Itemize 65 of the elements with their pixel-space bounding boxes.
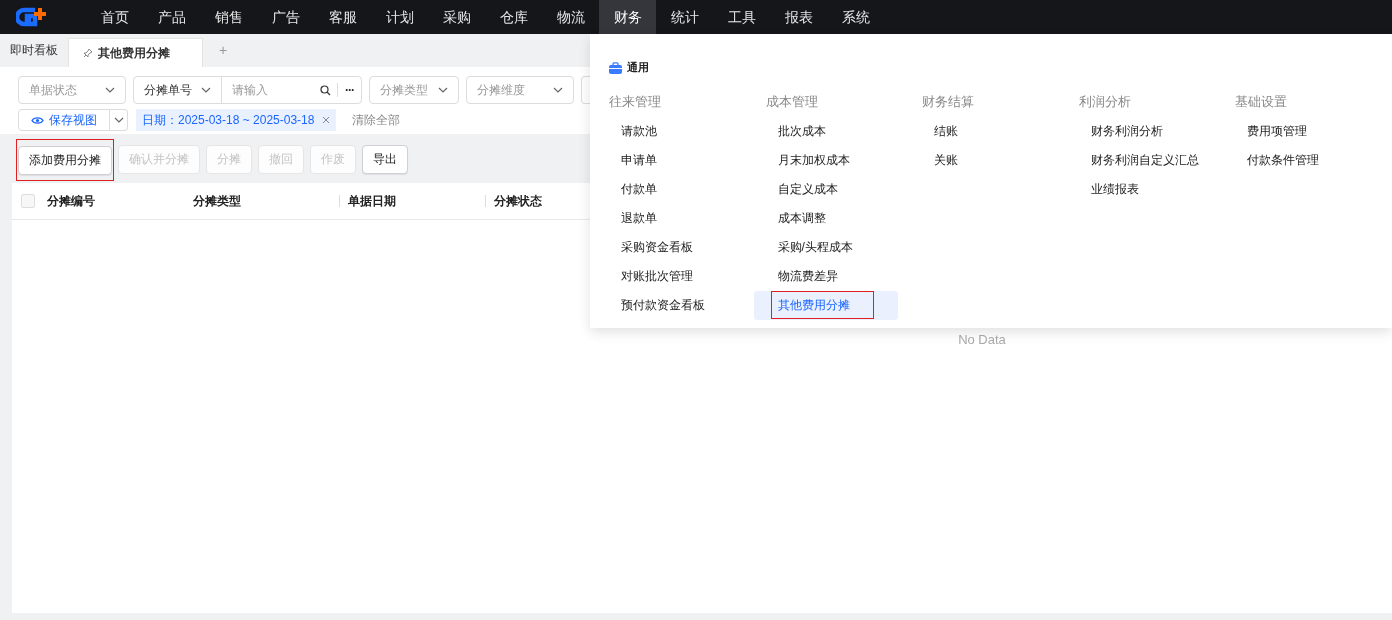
- dropdown-button[interactable]: [110, 109, 128, 131]
- column-header: 分摊状态: [494, 194, 542, 208]
- nav-item[interactable]: 系统: [827, 0, 884, 34]
- search-icon: [320, 84, 331, 96]
- menu-item[interactable]: 月末加权成本: [753, 146, 898, 175]
- column-header: 单据日期: [348, 194, 396, 208]
- clear-all-link[interactable]: 清除全部: [352, 111, 401, 129]
- menu-item[interactable]: 自定义成本: [753, 175, 898, 204]
- nav-item[interactable]: 工具: [713, 0, 770, 34]
- menu-item[interactable]: 请款池: [597, 117, 741, 146]
- nav-item[interactable]: 采购: [428, 0, 485, 34]
- chevron-down-icon: [201, 87, 211, 93]
- menu-item[interactable]: 费用项管理: [1223, 117, 1368, 146]
- menu-item[interactable]: 付款单: [597, 175, 741, 204]
- menu-item[interactable]: 预付款资金看板: [597, 291, 741, 320]
- menu-item[interactable]: 批次成本: [753, 117, 898, 146]
- group-title: 财务结算: [922, 93, 976, 111]
- chevron-down-icon: [105, 87, 115, 93]
- filter-tag: 日期：2025-03-18 ~ 2025-03-18: [136, 109, 337, 131]
- briefcase-icon: [609, 61, 622, 74]
- nav-item[interactable]: 报表: [770, 0, 827, 34]
- tab[interactable]: 其他费用分摊: [68, 38, 203, 67]
- nav-item[interactable]: 首页: [86, 0, 143, 34]
- chevron-down-icon: [553, 87, 563, 93]
- more-button[interactable]: ···: [337, 83, 361, 97]
- toolbar-button[interactable]: 导出: [362, 145, 408, 174]
- column-header: 分摊类型: [193, 193, 241, 208]
- checkbox[interactable]: [21, 194, 35, 208]
- nav-item[interactable]: 物流: [542, 0, 599, 34]
- menu-item[interactable]: 其他费用分摊: [753, 291, 898, 320]
- close-icon[interactable]: [322, 116, 331, 124]
- chevron-down-icon: [113, 117, 124, 123]
- group-title: 往来管理: [609, 93, 662, 111]
- empty-text: No Data: [958, 332, 1006, 347]
- nav-item[interactable]: 销售: [200, 0, 257, 34]
- menu-item[interactable]: 退款单: [597, 204, 741, 233]
- nav-item[interactable]: 产品: [143, 0, 200, 34]
- column-header: 分摊编号: [47, 193, 95, 208]
- nav-item[interactable]: 财务: [599, 0, 656, 34]
- chevron-down-icon: [438, 87, 448, 93]
- menu-item[interactable]: 申请单: [597, 146, 741, 175]
- menu-item[interactable]: 结账: [910, 117, 1055, 146]
- toolbar-button[interactable]: 添加费用分摊: [18, 145, 112, 175]
- menu-item[interactable]: 财务利润分析: [1066, 117, 1211, 146]
- save-view-button[interactable]: 保存视图: [18, 109, 110, 131]
- menu-item[interactable]: 业绩报表: [1066, 175, 1211, 204]
- nav-item[interactable]: 统计: [656, 0, 713, 34]
- nav-item[interactable]: 广告: [257, 0, 314, 34]
- menu-item[interactable]: 关账: [910, 146, 1055, 175]
- nav-item[interactable]: 计划: [371, 0, 428, 34]
- menu-item[interactable]: 财务利润自定义汇总: [1066, 146, 1211, 175]
- menu-item[interactable]: 物流费差异: [753, 262, 898, 291]
- menu-item[interactable]: 采购资金看板: [597, 233, 741, 262]
- nav-item[interactable]: 仓库: [485, 0, 542, 34]
- eye-icon: [31, 115, 44, 125]
- group-title: 基础设置: [1235, 93, 1289, 111]
- menu-item[interactable]: 成本调整: [753, 204, 898, 233]
- menu-item[interactable]: 采购/头程成本: [753, 233, 898, 262]
- menu-item[interactable]: 对账批次管理: [597, 262, 741, 291]
- menu-item[interactable]: 付款条件管理: [1223, 146, 1368, 175]
- section-title: 通用: [627, 60, 649, 75]
- tab[interactable]: 即时看板: [0, 34, 68, 67]
- group-title: 利润分析: [1078, 93, 1132, 111]
- group-title: 成本管理: [765, 93, 819, 111]
- nav-item[interactable]: 客服: [314, 0, 371, 34]
